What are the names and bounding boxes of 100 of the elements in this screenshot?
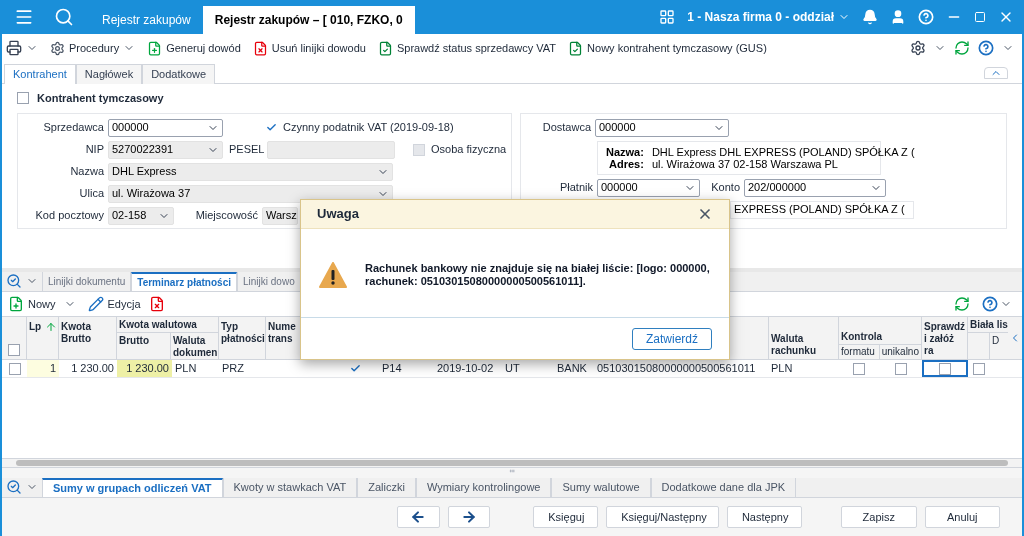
toolbar-button[interactable]: Procedury bbox=[50, 39, 136, 57]
field-label: Płatnik bbox=[558, 180, 593, 196]
checkbox[interactable] bbox=[8, 344, 20, 356]
column-header[interactable]: formatu bbox=[839, 345, 880, 359]
column-header[interactable]: Kwota Brutto bbox=[59, 317, 117, 359]
field-label: Nazwa bbox=[69, 164, 104, 180]
select-field[interactable]: Warsz bbox=[262, 206, 298, 225]
view-icon[interactable] bbox=[6, 479, 22, 495]
edit-button[interactable]: Edycja bbox=[87, 295, 141, 313]
column-header[interactable]: Sprawdź i załóż ra bbox=[922, 317, 968, 359]
form-tab[interactable]: Dodatkowe bbox=[142, 64, 216, 84]
checkbox[interactable] bbox=[413, 143, 425, 156]
select-field[interactable]: DHL Express bbox=[108, 162, 393, 181]
dialog-message: Rachunek bankowy nie znajduje się na białej liście: [logo: 000000, rachunek: 05103015080000000500561011]. bbox=[365, 262, 710, 288]
select-field[interactable]: 000000 bbox=[597, 178, 700, 197]
table-cell-text: PRZ bbox=[221, 361, 245, 377]
column-header[interactable]: Nume trans bbox=[266, 317, 298, 359]
checkbox[interactable] bbox=[853, 362, 865, 375]
column-header[interactable]: D bbox=[990, 333, 1008, 359]
sort-icon[interactable] bbox=[45, 321, 57, 333]
previous-button[interactable] bbox=[397, 506, 440, 528]
select-field[interactable]: 000000 bbox=[108, 118, 223, 137]
document-tab[interactable]: Rejestr zakupów bbox=[90, 6, 203, 34]
menu-icon[interactable] bbox=[14, 7, 34, 27]
toolbar-button[interactable]: Sprawdź status sprzedawcy VAT bbox=[377, 39, 557, 57]
select-field[interactable]: 000000 bbox=[595, 118, 729, 137]
view-icon[interactable] bbox=[6, 273, 22, 289]
gear-icon bbox=[50, 40, 65, 56]
column-header[interactable]: Typ płatności bbox=[219, 317, 266, 359]
select-field[interactable]: ul. Wirażowa 37 bbox=[108, 184, 393, 203]
form-tab[interactable]: Nagłówek bbox=[75, 64, 143, 84]
document-tab[interactable]: Rejestr zakupów – [ 010, FZKO, 0 bbox=[202, 6, 415, 34]
new-button[interactable]: Nowy bbox=[8, 295, 56, 313]
field-label: Dostawca bbox=[541, 120, 591, 136]
toolbar-button[interactable]: Generuj dowód bbox=[147, 39, 241, 57]
action-button[interactable]: Następny bbox=[726, 506, 802, 528]
pesel-field[interactable] bbox=[267, 140, 395, 159]
tab[interactable]: Kwoty w stawkach VAT bbox=[222, 478, 358, 497]
next-button[interactable] bbox=[447, 506, 491, 528]
tab[interactable]: Sumy walutowe bbox=[551, 478, 651, 497]
tab[interactable]: Terminarz płatności bbox=[131, 272, 237, 291]
checkbox[interactable] bbox=[895, 362, 907, 375]
action-button[interactable]: Anuluj bbox=[924, 506, 1000, 528]
search-icon[interactable] bbox=[54, 7, 74, 27]
column-header[interactable]: Kontrola bbox=[839, 317, 921, 345]
help-icon[interactable] bbox=[982, 296, 998, 312]
bell-icon[interactable] bbox=[862, 9, 878, 25]
table-cell-text: UT bbox=[504, 361, 521, 377]
field-label: Ulica bbox=[78, 186, 104, 202]
table-cell-text: 1 230.00 bbox=[70, 361, 115, 377]
settings-icon[interactable] bbox=[910, 40, 926, 56]
tab[interactable]: Wymiary kontrolingowe bbox=[415, 478, 552, 497]
table-cell-text: 2019-10-02 bbox=[436, 361, 495, 377]
field-label: Konto bbox=[710, 180, 740, 196]
refresh-icon[interactable] bbox=[954, 296, 970, 312]
maximize-icon[interactable] bbox=[974, 11, 986, 23]
document-delete-icon[interactable] bbox=[148, 296, 165, 312]
checkbox-label: Kontrahent tymczasowy bbox=[37, 91, 164, 106]
document-plus-icon bbox=[147, 40, 163, 56]
form-tab[interactable]: Kontrahent bbox=[4, 64, 76, 84]
checkbox[interactable] bbox=[939, 362, 951, 375]
checkbox[interactable] bbox=[17, 92, 29, 105]
column-header[interactable]: Biała lis bbox=[968, 317, 1008, 333]
horizontal-scrollbar[interactable] bbox=[16, 460, 1008, 466]
select-field[interactable]: 5270022391 bbox=[108, 140, 223, 159]
action-button[interactable]: Księguj/Następny bbox=[606, 506, 719, 528]
toolbar-button[interactable]: Nowy kontrahent tymczasowy (GUS) bbox=[568, 39, 767, 57]
warning-icon bbox=[319, 262, 347, 288]
column-header[interactable]: Waluta dokumen bbox=[171, 333, 218, 359]
action-button[interactable]: Zapisz bbox=[841, 506, 917, 528]
checkbox[interactable] bbox=[8, 362, 21, 375]
toolbar-button[interactable]: Usuń linijki dowodu bbox=[252, 39, 366, 57]
printer-icon[interactable] bbox=[6, 40, 22, 56]
column-header[interactable]: Lp bbox=[27, 317, 45, 359]
company-selector[interactable]: 1 - Nasza firma 0 - oddział bbox=[687, 8, 850, 26]
check-icon bbox=[349, 363, 361, 374]
user-icon[interactable] bbox=[890, 9, 906, 25]
select-field[interactable]: 202/000000 bbox=[744, 178, 886, 197]
refresh-icon[interactable] bbox=[954, 40, 970, 56]
checkbox-label: Osoba fizyczna bbox=[431, 142, 507, 158]
text-field[interactable]: EXPRESS (POLAND) SPÓŁKA Z ( bbox=[730, 200, 914, 219]
grip-icon[interactable] bbox=[506, 468, 518, 474]
dialog-title: Uwaga bbox=[317, 205, 359, 224]
help-icon[interactable] bbox=[978, 40, 994, 56]
tab[interactable]: Zaliczki bbox=[357, 478, 416, 497]
table-cell-text: 05103015080000000500561011 bbox=[596, 361, 757, 377]
document-check-icon bbox=[568, 40, 584, 56]
select-field[interactable]: 02-158 bbox=[108, 206, 174, 225]
tab[interactable]: Dodatkowe dane dla JPK bbox=[650, 478, 797, 497]
close-icon[interactable] bbox=[697, 206, 713, 222]
checkbox[interactable] bbox=[973, 362, 985, 375]
column-header[interactable]: unikalno bbox=[879, 345, 921, 359]
grid-icon[interactable] bbox=[659, 9, 676, 25]
column-header[interactable]: Kwota walutowa bbox=[117, 317, 218, 333]
action-button[interactable]: Księguj bbox=[533, 506, 599, 528]
column-header[interactable]: Brutto bbox=[117, 333, 171, 359]
tab[interactable]: Sumy w grupach odliczeń VAT bbox=[42, 478, 223, 497]
table-cell: 1 230.00 bbox=[117, 360, 172, 377]
column-header[interactable]: Waluta rachunku bbox=[768, 317, 838, 359]
confirm-button[interactable]: Zatwierdź bbox=[632, 327, 712, 350]
